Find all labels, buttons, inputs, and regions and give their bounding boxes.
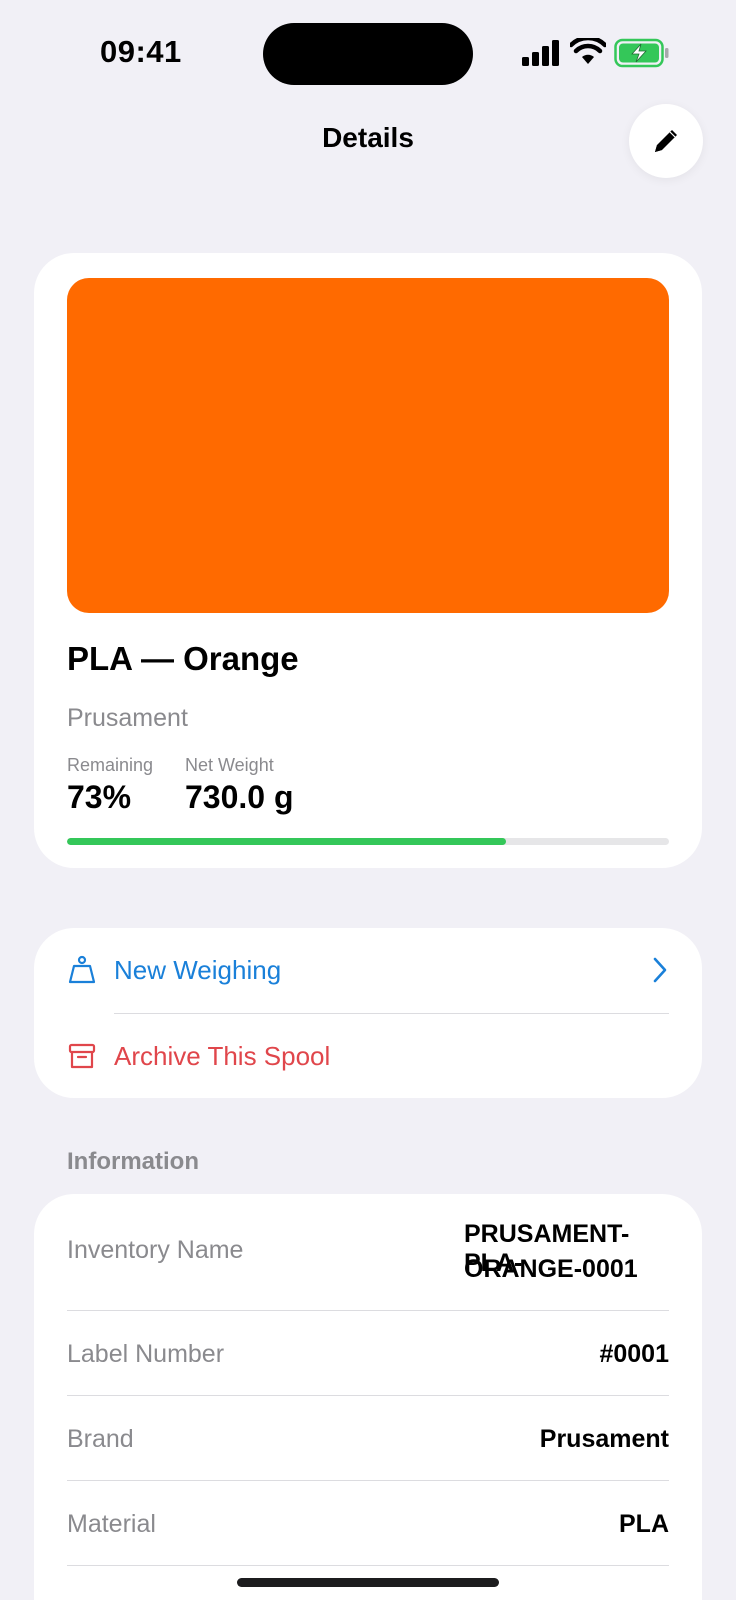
archive-spool-button[interactable]: Archive This Spool — [34, 1014, 702, 1098]
net-weight-value: 730.0 g — [185, 779, 294, 815]
edit-button[interactable] — [629, 104, 703, 178]
archive-box-icon — [68, 1043, 96, 1069]
status-time: 09:41 — [100, 34, 182, 69]
info-row-material: Material PLA — [67, 1481, 669, 1566]
info-value-line2: ORANGE-0001 — [464, 1255, 638, 1283]
info-row-inventory-name: Inventory Name PRUSAMENT-PLA- ORANGE-000… — [67, 1194, 669, 1311]
net-weight-label: Net Weight — [185, 755, 274, 775]
new-weighing-button[interactable]: New Weighing — [34, 928, 702, 1012]
scale-icon — [68, 955, 96, 984]
wifi-icon — [570, 38, 606, 64]
battery-charging-icon — [614, 38, 669, 68]
status-bar: 09:41 — [0, 0, 736, 100]
information-section-header: Information — [67, 1148, 199, 1175]
remaining-progress-fill — [67, 838, 507, 845]
cellular-signal-icon — [522, 40, 559, 66]
information-card: Inventory Name PRUSAMENT-PLA- ORANGE-000… — [34, 1194, 702, 1600]
spool-summary-card: PLA — Orange Prusament Remaining 73% Net… — [34, 253, 702, 868]
spool-title: PLA — Orange — [67, 640, 299, 677]
info-key: Label Number — [67, 1340, 225, 1368]
dynamic-island — [263, 23, 473, 85]
info-key: Brand — [67, 1425, 134, 1453]
archive-spool-label: Archive This Spool — [114, 1040, 331, 1071]
info-value: Prusament — [539, 1425, 669, 1453]
remaining-value: 73% — [67, 779, 132, 815]
info-row-brand: Brand Prusament — [67, 1396, 669, 1481]
color-swatch — [67, 278, 669, 613]
info-value: PLA — [619, 1510, 669, 1538]
remaining-label: Remaining — [67, 755, 154, 775]
pencil-icon — [655, 130, 677, 152]
actions-card: New Weighing Archive This Spool — [34, 928, 702, 1098]
home-indicator[interactable] — [237, 1578, 499, 1587]
info-key: Inventory Name — [67, 1236, 244, 1264]
divider — [67, 1565, 669, 1566]
new-weighing-label: New Weighing — [114, 954, 282, 985]
info-value: #0001 — [599, 1340, 669, 1368]
info-row-label-number: Label Number #0001 — [67, 1311, 669, 1396]
spool-brand: Prusament — [67, 704, 188, 732]
remaining-progress-bar — [67, 838, 669, 845]
page-title: Details — [322, 122, 414, 153]
chevron-right-icon — [653, 957, 667, 983]
info-key: Material — [67, 1510, 156, 1538]
